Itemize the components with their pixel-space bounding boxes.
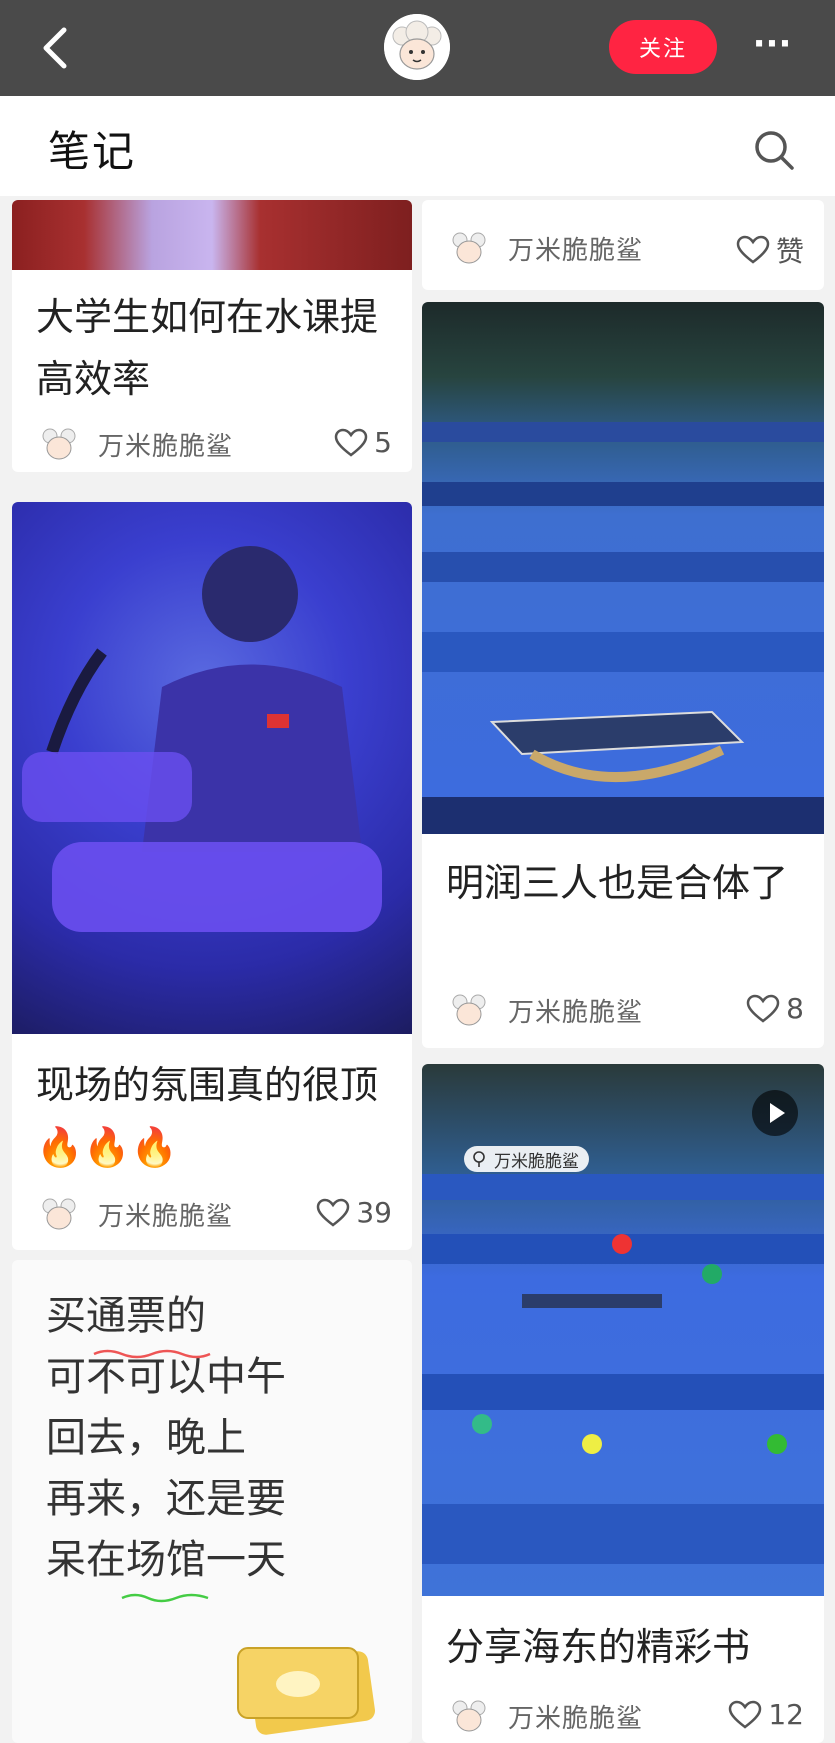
note-title: 明润三人也是合体了 [446, 861, 789, 905]
note-image [12, 200, 412, 270]
heart-icon [729, 1700, 762, 1729]
ticket-icon [237, 1647, 375, 1735]
note-title: 分享海东的精彩书 [446, 1625, 751, 1669]
note-card[interactable]: 万米脆脆鲨 赞 [422, 200, 824, 290]
note-meta: 万米脆脆鲨 5 [36, 420, 392, 470]
sheep-avatar-icon [42, 428, 76, 460]
section-header: 笔记 [0, 96, 835, 196]
note-title: 大学生如何在水课提高效率 [36, 295, 379, 401]
training-photo [422, 1174, 824, 1564]
profile-avatar[interactable] [384, 14, 450, 80]
like-count[interactable]: 39 [316, 1196, 392, 1229]
note-card[interactable]: 大学生如何在水课提高效率 万米脆脆鲨 5 [12, 200, 412, 472]
note-title: 现场的氛围真的很顶🔥🔥🔥 [36, 1063, 379, 1169]
heart-icon [736, 235, 770, 264]
search-icon[interactable] [752, 128, 796, 172]
author-avatar [446, 224, 492, 270]
like-count-value: 5 [374, 426, 392, 459]
note-text-line: 买通票的 [46, 1293, 206, 1339]
like-count[interactable]: 5 [334, 426, 392, 459]
author-name: 万米脆脆鲨 [98, 1202, 234, 1232]
top-nav-bar: 关注 ··· [0, 0, 835, 96]
section-title: 笔记 [48, 127, 137, 176]
like-count[interactable]: 12 [728, 1698, 804, 1731]
follow-button[interactable]: 关注 [609, 20, 717, 74]
author-name: 万米脆脆鲨 [98, 432, 234, 462]
like-count[interactable]: 8 [746, 992, 804, 1025]
sheep-avatar-icon [384, 14, 450, 80]
author-avatar [446, 1692, 492, 1738]
author-avatar [446, 986, 492, 1032]
note-meta: 万米脆脆鲨 39 [36, 1190, 392, 1240]
watermark-tag: 万米脆脆鲨 [464, 1146, 589, 1172]
back-arrow-icon[interactable] [36, 24, 76, 72]
play-icon [770, 1103, 785, 1123]
like-count[interactable]: 赞 [736, 230, 804, 270]
note-meta: 万米脆脆鲨 赞 [446, 224, 804, 274]
note-meta: 万米脆脆鲨 12 [446, 1692, 804, 1742]
arena-photo [422, 422, 824, 834]
note-text-line: 呆在场馆一天 [46, 1537, 286, 1583]
note-card[interactable]: 现场的氛围真的很顶🔥🔥🔥 万米脆脆鲨 39 [12, 502, 412, 1250]
sheep-avatar-icon [452, 232, 486, 264]
more-options-button[interactable]: ··· [748, 27, 796, 62]
like-count-value: 39 [356, 1196, 392, 1229]
like-count-value: 8 [786, 992, 804, 1025]
note-card[interactable]: 买通票的 可不可以中午 回去，晚上 再来，还是要 呆在场馆一天 [12, 1260, 412, 1743]
note-image: 万米脆脆鲨 [422, 1064, 824, 1596]
red-underline-icon [93, 1349, 211, 1359]
author-name: 万米脆脆鲨 [508, 1704, 644, 1734]
note-image [422, 302, 824, 834]
green-underline-icon [121, 1593, 209, 1603]
video-play-badge[interactable] [752, 1090, 798, 1136]
heart-icon [746, 994, 780, 1023]
heart-icon [334, 428, 368, 457]
author-avatar [36, 420, 82, 466]
sheep-avatar-icon [42, 1198, 76, 1230]
location-icon [473, 1151, 485, 1167]
note-card[interactable]: 明润三人也是合体了 万米脆脆鲨 8 [422, 302, 824, 1048]
player-photo [22, 546, 382, 932]
like-count-value: 12 [768, 1698, 804, 1731]
watermark-text: 万米脆脆鲨 [494, 1151, 579, 1172]
note-meta: 万米脆脆鲨 8 [446, 986, 804, 1036]
author-avatar [36, 1190, 82, 1236]
author-name: 万米脆脆鲨 [508, 998, 644, 1028]
note-image [12, 502, 412, 1034]
like-count-value: 赞 [775, 235, 804, 268]
author-name: 万米脆脆鲨 [508, 236, 644, 266]
note-text-line: 再来，还是要 [46, 1476, 286, 1522]
sheep-avatar-icon [452, 994, 486, 1026]
note-text-line: 回去，晚上 [46, 1415, 246, 1461]
sheep-avatar-icon [452, 1700, 486, 1732]
note-text: 买通票的 可不可以中午 回去，晚上 再来，还是要 呆在场馆一天 [46, 1286, 286, 1591]
heart-icon [317, 1198, 350, 1227]
note-card[interactable]: 万米脆脆鲨 分享海东的精彩书 万米脆脆鲨 12 [422, 1064, 824, 1743]
